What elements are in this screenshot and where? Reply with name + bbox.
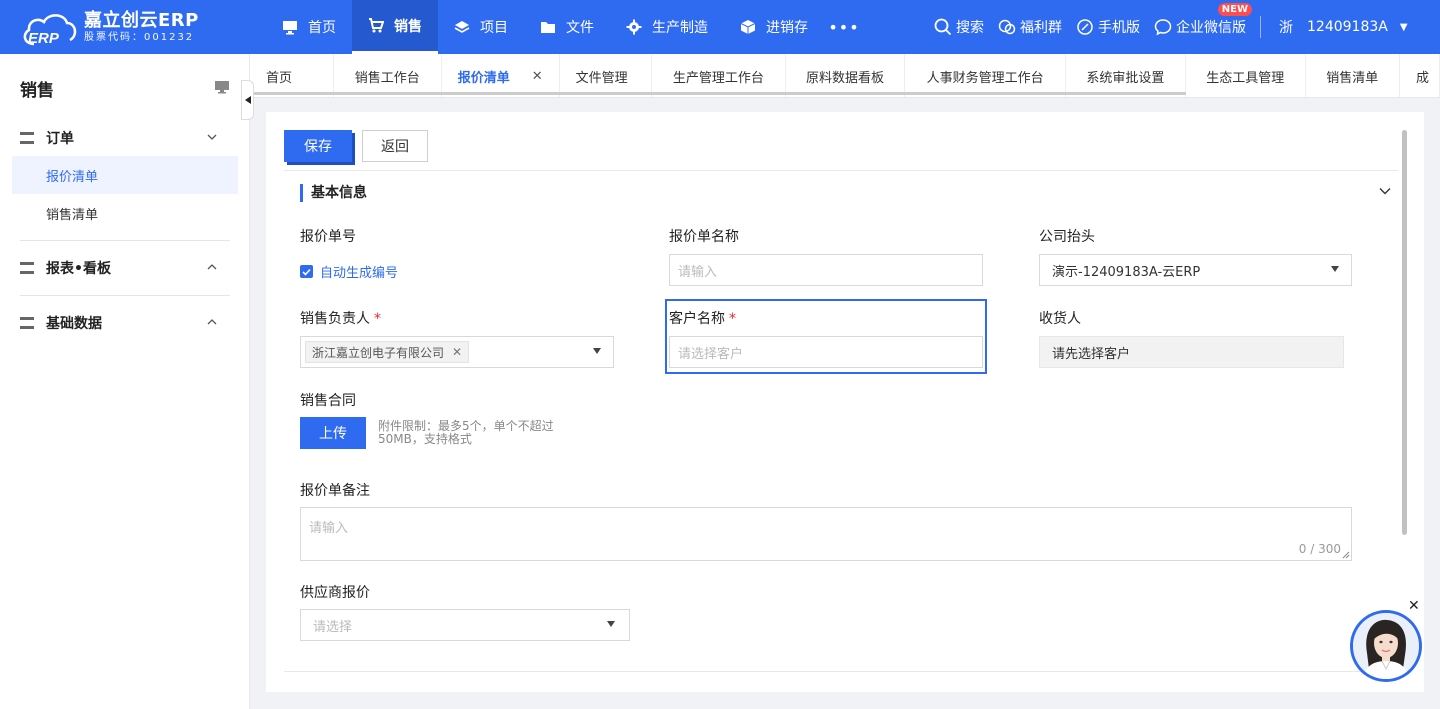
- tab-eco-tools[interactable]: 生态工具管理: [1186, 54, 1306, 97]
- search-button[interactable]: 搜索: [934, 17, 984, 37]
- salesperson-label: 销售负责人 *: [300, 311, 381, 327]
- divider: [20, 240, 230, 241]
- nav-item-project[interactable]: 项目: [438, 0, 524, 54]
- form-panel: [266, 112, 1424, 692]
- sidebar-group-base-data[interactable]: 基础数据: [20, 313, 230, 333]
- chat-icon: [998, 19, 1016, 35]
- list-icon: [20, 317, 34, 329]
- monitor-icon: [282, 19, 298, 35]
- resize-handle-icon[interactable]: [1342, 551, 1350, 559]
- customer-label: 客户名称 *: [669, 311, 736, 327]
- brand-name: 嘉立创云ERP: [84, 10, 199, 31]
- caret-down-icon: [593, 348, 601, 354]
- back-button[interactable]: 返回: [362, 130, 428, 162]
- wechat-icon: [1154, 19, 1172, 36]
- save-button[interactable]: 保存: [284, 130, 352, 162]
- folder-icon: [540, 19, 556, 35]
- svg-text:ERP: ERP: [28, 30, 60, 47]
- divider: [284, 671, 1398, 672]
- company-select[interactable]: 演示-12409183A-云ERP: [1039, 254, 1352, 286]
- sidebar: 销售 订单 报价清单 销售清单 报表•看板 基础数据: [0, 54, 250, 709]
- contract-label: 销售合同: [300, 393, 356, 409]
- caret-down-icon: ▼: [1399, 21, 1408, 33]
- cloud-logo-icon: ERP: [20, 10, 80, 47]
- nav-item-sales[interactable]: 销售: [352, 0, 438, 54]
- layers-icon: [454, 19, 470, 35]
- list-icon: [20, 262, 34, 274]
- nav-item-inventory[interactable]: 进销存: [724, 0, 824, 54]
- link-icon: [1077, 19, 1093, 35]
- sidebar-group-reports[interactable]: 报表•看板: [20, 258, 230, 278]
- user-menu[interactable]: 浙 12409183A ▼: [1279, 17, 1408, 37]
- tab-sales-list[interactable]: 销售清单: [1306, 54, 1400, 97]
- tabs-scrollbar[interactable]: [250, 92, 1186, 95]
- upload-button[interactable]: 上传: [300, 417, 366, 449]
- main-nav: 首页 销售 项目 文件 生产制造 进销存 •••: [266, 0, 864, 54]
- divider: [20, 295, 230, 296]
- gear-icon: [626, 19, 642, 35]
- new-badge: NEW: [1217, 3, 1252, 16]
- receiver-field: 请先选择客户: [1039, 336, 1344, 368]
- customer-service-avatar[interactable]: [1350, 610, 1422, 682]
- upload-hint: 附件限制：最多5个，单个不超过 50MB，支持格式: [378, 419, 554, 446]
- quote-no-label: 报价单号: [300, 229, 356, 245]
- welfare-group-button[interactable]: 福利群: [998, 17, 1062, 37]
- char-counter: 0 / 300: [1298, 542, 1341, 556]
- nav-item-home[interactable]: 首页: [266, 0, 352, 54]
- quote-name-label: 报价单名称: [669, 229, 739, 245]
- close-icon[interactable]: ✕: [532, 69, 543, 84]
- remark-textarea[interactable]: 请输入 0 / 300: [300, 507, 1352, 561]
- auto-number-checkbox[interactable]: 自动生成编号: [300, 262, 398, 281]
- brand-logo[interactable]: ERP 嘉立创云ERP 股票代码：001232: [20, 8, 210, 48]
- caret-left-icon: [244, 96, 251, 104]
- sidebar-title: 销售: [20, 81, 54, 101]
- sidebar-item-sales-list[interactable]: 销售清单: [12, 194, 238, 232]
- close-icon[interactable]: ✕: [1408, 598, 1420, 614]
- mobile-version-button[interactable]: 手机版: [1076, 17, 1140, 37]
- box-icon: [740, 19, 756, 35]
- chevron-down-icon: [207, 134, 217, 140]
- wechat-version-button[interactable]: 企业微信版 NEW: [1154, 3, 1252, 37]
- assistant-portrait-icon: [1353, 613, 1419, 679]
- chevron-up-icon: [207, 319, 217, 325]
- top-navbar: ERP 嘉立创云ERP 股票代码：001232 首页 销售 项目 文件 生产制造: [0, 0, 1440, 54]
- cart-icon: [368, 18, 384, 34]
- caret-down-icon: [1331, 266, 1339, 272]
- close-icon[interactable]: ✕: [452, 345, 462, 359]
- content-scrollbar[interactable]: [1402, 130, 1407, 535]
- stock-code: 股票代码：001232: [84, 32, 195, 43]
- tab-overflow[interactable]: 成: [1400, 54, 1440, 97]
- nav-more-button[interactable]: •••: [824, 0, 864, 54]
- salesperson-tag: 浙江嘉立创电子有限公司 ✕: [305, 341, 470, 363]
- list-icon: [20, 132, 34, 144]
- supplier-quote-select[interactable]: 请选择: [300, 609, 630, 641]
- checkbox-checked-icon: [300, 265, 313, 278]
- nav-item-manufacturing[interactable]: 生产制造: [610, 0, 724, 54]
- supplier-quote-label: 供应商报价: [300, 585, 370, 601]
- monitor-icon[interactable]: [214, 80, 230, 98]
- sidebar-collapse-handle[interactable]: [241, 80, 254, 120]
- top-right-tools: 搜索 福利群 手机版 企业微信版 NEW 浙 12409183A ▼: [934, 0, 1408, 54]
- caret-down-icon: [607, 621, 615, 627]
- user-id: 12409183A: [1307, 19, 1388, 35]
- search-icon: [934, 18, 952, 36]
- remark-label: 报价单备注: [300, 483, 370, 499]
- salesperson-select[interactable]: 浙江嘉立创电子有限公司 ✕: [300, 336, 614, 368]
- company-label: 公司抬头: [1039, 229, 1095, 245]
- divider: [1260, 16, 1261, 38]
- section-title: 基本信息: [300, 184, 367, 202]
- sidebar-group-orders[interactable]: 订单: [20, 128, 230, 148]
- divider: [284, 170, 1398, 171]
- receiver-label: 收货人: [1039, 311, 1081, 327]
- customer-select[interactable]: 请选择客户: [669, 336, 983, 368]
- chevron-up-icon: [207, 264, 217, 270]
- chevron-down-icon[interactable]: [1378, 184, 1392, 198]
- quote-name-input[interactable]: 请输入: [669, 254, 983, 286]
- nav-item-file[interactable]: 文件: [524, 0, 610, 54]
- sidebar-item-quote-list[interactable]: 报价清单: [12, 156, 238, 194]
- user-province: 浙: [1279, 20, 1293, 36]
